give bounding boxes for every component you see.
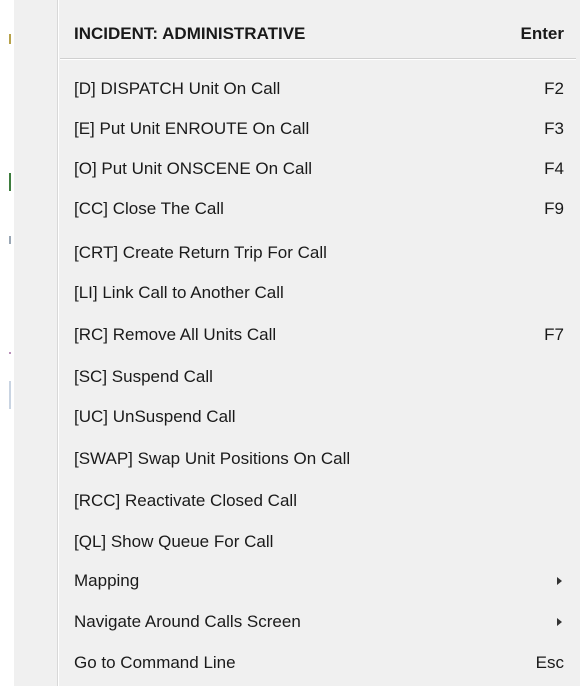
menu-item-show-queue[interactable]: [QL] Show Queue For Call	[74, 525, 564, 559]
menu-item-label: [RC] Remove All Units Call	[74, 325, 277, 344]
menu-item-swap-unit-positions[interactable]: [SWAP] Swap Unit Positions On Call	[74, 442, 564, 476]
menu-item-create-return-trip[interactable]: [CRT] Create Return Trip For Call	[74, 236, 564, 270]
menu-separator-highlight	[60, 59, 576, 60]
menu-item-label: Navigate Around Calls Screen	[74, 612, 301, 631]
menu-item-shortcut: F3	[544, 119, 564, 138]
menu-item-label: Mapping	[74, 571, 140, 590]
menu-item-navigate-calls-screen[interactable]: Navigate Around Calls Screen	[74, 605, 564, 639]
menu-item-label: [QL] Show Queue For Call	[74, 532, 274, 551]
menu-item-suspend-call[interactable]: [SC] Suspend Call	[74, 360, 564, 394]
menu-item-label: [UC] UnSuspend Call	[74, 407, 236, 426]
context-menu: INCIDENT: ADMINISTRATIVE Enter [D] DISPA…	[14, 0, 580, 686]
menu-item-label: [D] DISPATCH Unit On Call	[74, 79, 281, 98]
menu-item-shortcut: F4	[544, 159, 564, 178]
menu-item-enroute-unit[interactable]: [E] Put Unit ENROUTE On Call F3	[74, 112, 564, 146]
background-window-edge	[0, 0, 11, 686]
background-fragment	[9, 352, 11, 354]
menu-header-shortcut: Enter	[520, 24, 564, 43]
chevron-right-icon	[557, 618, 562, 626]
menu-item-dispatch-unit[interactable]: [D] DISPATCH Unit On Call F2	[74, 72, 564, 106]
menu-item-onscene-unit[interactable]: [O] Put Unit ONSCENE On Call F4	[74, 152, 564, 186]
menu-item-label: Go to Command Line	[74, 653, 236, 672]
menu-item-mapping[interactable]: Mapping	[74, 564, 564, 598]
menu-item-label: [SC] Suspend Call	[74, 367, 213, 386]
menu-item-label: [RCC] Reactivate Closed Call	[74, 491, 297, 510]
menu-item-shortcut: F9	[544, 199, 564, 218]
menu-item-go-to-command-line[interactable]: Go to Command Line Esc	[74, 646, 564, 680]
menu-item-shortcut: F2	[544, 79, 564, 98]
background-fragment	[9, 34, 11, 44]
menu-item-unsuspend-call[interactable]: [UC] UnSuspend Call	[74, 400, 564, 434]
menu-item-label: [E] Put Unit ENROUTE On Call	[74, 119, 310, 138]
menu-item-label: [O] Put Unit ONSCENE On Call	[74, 159, 313, 178]
menu-item-link-call[interactable]: [LI] Link Call to Another Call	[74, 276, 564, 310]
menu-item-label: [LI] Link Call to Another Call	[74, 283, 284, 302]
menu-header-incident-administrative[interactable]: INCIDENT: ADMINISTRATIVE Enter	[74, 17, 564, 51]
menu-item-label: [SWAP] Swap Unit Positions On Call	[74, 449, 351, 468]
background-fragment	[9, 236, 11, 244]
menu-item-reactivate-closed-call[interactable]: [RCC] Reactivate Closed Call	[74, 484, 564, 518]
gutter-separator-highlight	[58, 0, 59, 686]
menu-item-shortcut: Esc	[535, 653, 564, 672]
menu-icon-gutter	[14, 0, 56, 686]
menu-item-label: [CC] Close The Call	[74, 199, 224, 218]
menu-item-remove-all-units[interactable]: [RC] Remove All Units Call F7	[74, 318, 564, 352]
menu-header-label: INCIDENT: ADMINISTRATIVE	[74, 24, 306, 43]
chevron-right-icon	[557, 577, 562, 585]
menu-item-close-call[interactable]: [CC] Close The Call F9	[74, 192, 564, 226]
menu-item-shortcut: F7	[544, 325, 564, 344]
menu-item-label: [CRT] Create Return Trip For Call	[74, 243, 327, 262]
background-fragment	[9, 381, 11, 409]
background-fragment	[9, 173, 11, 191]
